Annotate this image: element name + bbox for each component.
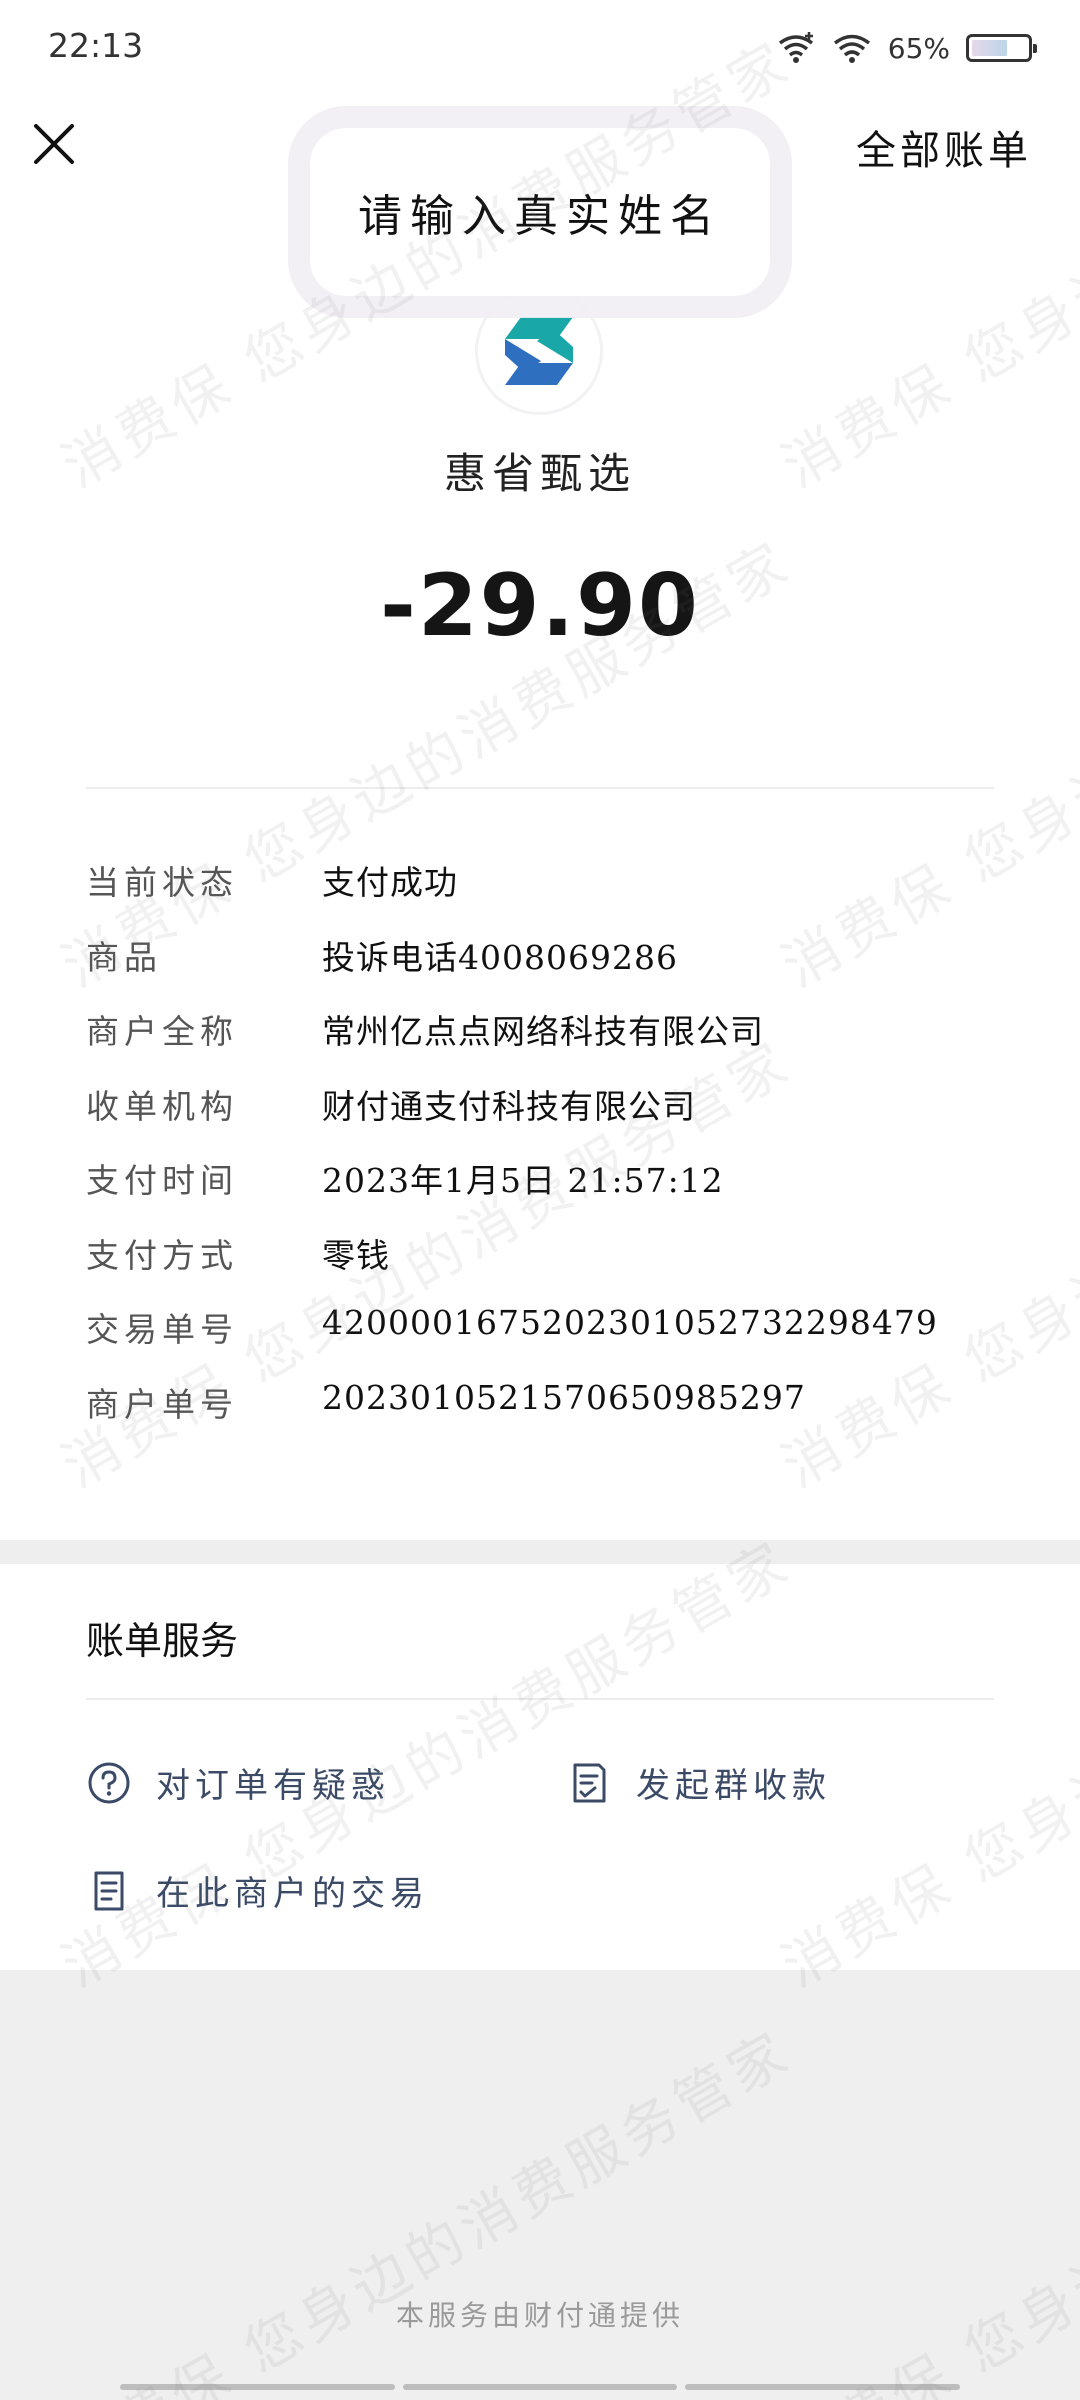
detail-label: 商户单号 bbox=[86, 1384, 238, 1424]
payment-amount: -29.90 bbox=[380, 556, 700, 656]
detail-row-status: 当前状态 支付成功 bbox=[86, 856, 1006, 931]
detail-label: 支付时间 bbox=[86, 1161, 238, 1200]
group-collection-label: 发起群收款 bbox=[636, 1766, 831, 1806]
bottom-area bbox=[0, 1970, 1080, 2400]
real-name-prompt[interactable]: 请输入真实姓名 bbox=[310, 128, 770, 296]
order-question-label: 对订单有疑惑 bbox=[156, 1766, 390, 1806]
status-time: 22:13 bbox=[48, 26, 144, 65]
detail-row-pay-time: 支付时间 2023年1月5日 21:57:12 bbox=[86, 1154, 1006, 1229]
merchant-logo bbox=[478, 290, 600, 412]
order-question-link[interactable]: 对订单有疑惑 bbox=[86, 1758, 390, 1807]
close-icon bbox=[34, 124, 74, 164]
divider bbox=[86, 787, 994, 789]
wifi-plus-icon bbox=[778, 32, 813, 63]
detail-label: 交易单号 bbox=[86, 1310, 238, 1349]
detail-label: 商户全称 bbox=[86, 1012, 238, 1051]
status-bar: 22:13 65% bbox=[0, 0, 1080, 96]
navigation-bar[interactable] bbox=[120, 2384, 961, 2390]
detail-value: 零钱 bbox=[322, 1235, 390, 1275]
nav-segment bbox=[402, 2384, 678, 2390]
detail-value: 2023年1月5日 21:57:12 bbox=[322, 1161, 724, 1200]
wifi-icon bbox=[833, 34, 870, 63]
detail-row-product: 商品 投诉电话4008069286 bbox=[86, 931, 1006, 1006]
merchant-name: 惠省甄选 bbox=[443, 449, 636, 498]
detail-row-acquirer: 收单机构 财付通支付科技有限公司 bbox=[86, 1080, 1006, 1155]
detail-value: 常州亿点点网络科技有限公司 bbox=[322, 1012, 764, 1051]
detail-value: 投诉电话4008069286 bbox=[322, 937, 678, 977]
merchant-transactions-label: 在此商户的交易 bbox=[156, 1874, 429, 1914]
status-icons: 65% bbox=[776, 26, 1037, 70]
detail-label: 当前状态 bbox=[86, 863, 238, 902]
bill-services: 账单服务 对订单有疑惑 发起群收款 在此商户的交易 bbox=[0, 1564, 1080, 1970]
nav-segment bbox=[120, 2384, 395, 2390]
detail-row-pay-method: 支付方式 零钱 bbox=[86, 1229, 1006, 1304]
close-button[interactable] bbox=[28, 118, 80, 170]
section-separator bbox=[0, 1540, 1080, 1564]
detail-label: 商品 bbox=[86, 937, 162, 977]
bill-services-title: 账单服务 bbox=[86, 1619, 239, 1663]
divider bbox=[86, 1698, 994, 1700]
battery-percent: 65% bbox=[887, 31, 950, 65]
detail-row-merchant-fullname: 商户全称 常州亿点点网络科技有限公司 bbox=[86, 1005, 1006, 1080]
detail-label: 收单机构 bbox=[86, 1086, 238, 1126]
detail-value[interactable]: 4200001675202301052732298479 bbox=[322, 1303, 938, 1342]
detail-label: 支付方式 bbox=[86, 1235, 238, 1275]
question-circle-icon bbox=[86, 1760, 132, 1806]
checklist-icon bbox=[566, 1760, 612, 1806]
detail-value: 财付通支付科技有限公司 bbox=[322, 1086, 696, 1126]
detail-value[interactable]: 20230105215706509852​97 bbox=[322, 1378, 806, 1417]
detail-row-transaction-id: 交易单号 4200001675202301052732298479 bbox=[86, 1303, 1006, 1378]
battery-level bbox=[972, 40, 1008, 56]
real-name-prompt-text: 请输入真实姓名 bbox=[358, 191, 722, 242]
detail-row-merchant-order-id: 商户单号 20230105215706509852​97 bbox=[86, 1378, 1006, 1453]
document-icon bbox=[86, 1868, 132, 1914]
transaction-details: 当前状态 支付成功 商品 投诉电话4008069286 商户全称 常州亿点点网络… bbox=[86, 856, 1006, 1452]
merchant-transactions-link[interactable]: 在此商户的交易 bbox=[86, 1866, 429, 1915]
provider-note: 本服务由财付通提供 bbox=[395, 2299, 684, 2332]
all-bills-link[interactable]: 全部账单 bbox=[856, 118, 1032, 176]
detail-value: 支付成功 bbox=[322, 863, 458, 902]
group-collection-link[interactable]: 发起群收款 bbox=[566, 1758, 831, 1807]
battery-icon bbox=[966, 34, 1037, 62]
s-logo-icon bbox=[505, 317, 573, 385]
nav-segment bbox=[685, 2384, 961, 2390]
